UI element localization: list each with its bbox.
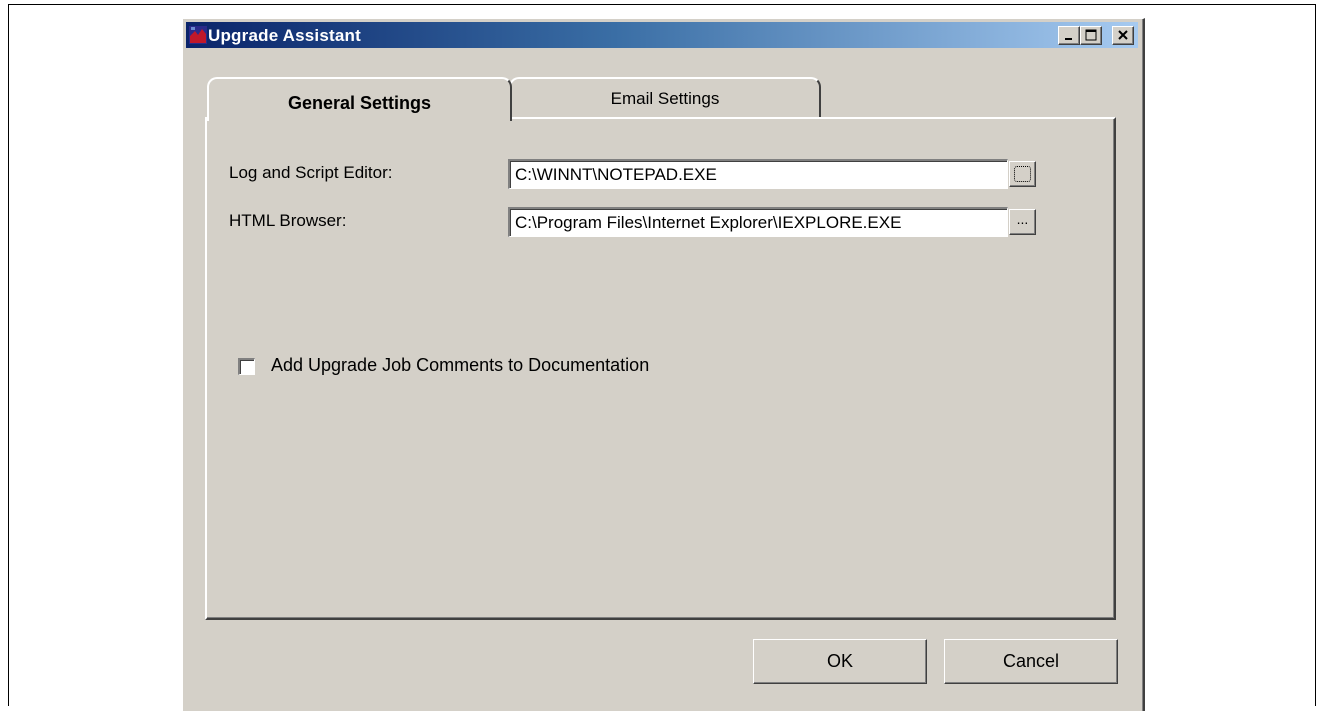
editor-label: Log and Script Editor: [229, 163, 393, 182]
upgrade-assistant-window: Upgrade Assistant Email Settings General… [182, 18, 1145, 711]
minimize-button[interactable] [1058, 26, 1080, 45]
close-button[interactable] [1112, 26, 1134, 45]
cancel-button-label: Cancel [1002, 651, 1060, 671]
comments-checkbox[interactable] [238, 358, 255, 375]
browser-path-value: C:\Program Files\Internet Explorer\IEXPL… [515, 213, 902, 232]
maximize-icon [1085, 29, 1097, 41]
focus-rectangle [1014, 166, 1031, 182]
editor-path-input[interactable]: C:\WINNT\NOTEPAD.EXE [508, 159, 1008, 189]
ok-button[interactable]: OK [753, 639, 927, 684]
minimize-icon [1065, 38, 1072, 40]
browser-label: HTML Browser: [229, 211, 347, 230]
close-icon [1118, 30, 1128, 40]
comments-checkbox-label[interactable]: Add Upgrade Job Comments to Documentatio… [271, 355, 649, 376]
browser-path-input[interactable]: C:\Program Files\Internet Explorer\IEXPL… [508, 207, 1008, 237]
tab-general-settings[interactable]: General Settings [207, 77, 512, 121]
window-title: Upgrade Assistant [208, 26, 361, 45]
browse-ellipsis: ... [1016, 211, 1029, 227]
title-bar[interactable]: Upgrade Assistant [186, 22, 1138, 48]
tab-email-settings[interactable]: Email Settings [509, 77, 821, 117]
maximize-button[interactable] [1080, 26, 1102, 45]
ok-button-label: OK [826, 651, 853, 671]
cancel-button[interactable]: Cancel [944, 639, 1118, 684]
browser-browse-button[interactable]: ... [1009, 209, 1036, 235]
app-icon [189, 26, 207, 44]
tab-general-settings-label: General Settings [287, 93, 432, 113]
editor-path-value: C:\WINNT\NOTEPAD.EXE [515, 165, 717, 184]
tab-email-settings-label: Email Settings [610, 89, 720, 108]
editor-browse-button[interactable] [1009, 161, 1036, 187]
